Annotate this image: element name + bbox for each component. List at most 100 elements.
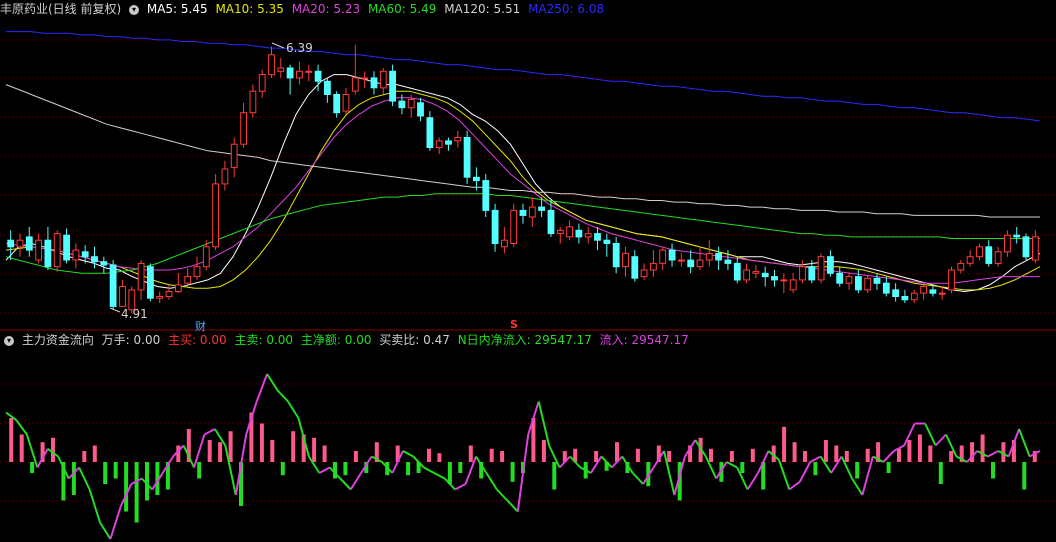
candle-body — [230, 143, 238, 168]
flow-bar — [980, 434, 985, 462]
chart-stage: 丰原药业(日线 前复权) ▾ MA5: 5.45 MA10: 5.35 MA20… — [0, 0, 1056, 542]
ma250-label: MA250: 6.08 — [528, 2, 605, 16]
chevron-down-icon[interactable]: ▾ — [129, 4, 140, 15]
flow-bar — [51, 437, 55, 462]
candle-body — [333, 94, 341, 114]
candle-body — [445, 140, 452, 145]
candle-body — [519, 209, 527, 216]
candle-body — [44, 239, 52, 268]
flow-line-segment — [788, 480, 801, 491]
candle-body — [370, 77, 378, 89]
flow-title[interactable]: 主力资金流向 — [22, 333, 94, 347]
flow-bar — [907, 440, 912, 462]
flow-bar — [865, 448, 870, 462]
candle-body — [351, 77, 359, 92]
candle-body — [1004, 234, 1011, 253]
flow-bar — [103, 462, 108, 484]
flow-bar — [489, 448, 494, 462]
flow-bar — [667, 451, 672, 462]
flow-bar — [552, 462, 557, 490]
flow-bar — [228, 431, 233, 462]
flow-bar — [406, 462, 411, 476]
candle-body — [715, 252, 723, 261]
ma-line-ma5 — [5, 74, 1041, 293]
flow-bar — [635, 448, 640, 462]
flow-bar — [709, 448, 713, 462]
flow-line-segment — [924, 423, 937, 446]
candle-body — [817, 256, 825, 281]
flow-bar — [270, 440, 275, 462]
flow-bar — [917, 434, 922, 462]
flow-line-segment — [433, 472, 446, 480]
candle-body — [873, 277, 881, 284]
candle-body — [91, 256, 98, 263]
candle-body — [948, 269, 955, 291]
candle-body — [966, 256, 974, 264]
flow-line-segment — [798, 461, 812, 483]
flow-line-segment — [255, 373, 269, 402]
flow-line-segment — [15, 419, 28, 436]
candle-body — [892, 289, 900, 297]
flow-bar — [510, 462, 515, 482]
flow-bar — [1022, 462, 1027, 490]
flow-line-segment — [203, 428, 216, 436]
candle-body — [454, 137, 462, 142]
candle-body — [314, 70, 322, 82]
candle-body — [929, 289, 937, 294]
candle-body — [296, 70, 303, 79]
flow-bar — [280, 462, 285, 476]
flow-line-segment — [339, 477, 352, 491]
flow-bar — [259, 423, 264, 462]
flow-bar — [124, 462, 129, 512]
candle-body — [35, 239, 43, 261]
low-pointer — [109, 307, 121, 313]
candle-body — [324, 80, 331, 96]
high-price-label: 6.39 — [286, 41, 313, 55]
flow-bar — [437, 453, 442, 462]
candle-body — [491, 209, 499, 244]
stock-title[interactable]: 丰原药业(日线 前复权) — [0, 2, 121, 16]
candle-body — [417, 102, 424, 117]
candle-body — [575, 229, 583, 238]
flow-bar — [30, 462, 35, 473]
candle-body — [640, 269, 648, 278]
kline-chart[interactable] — [0, 0, 1056, 542]
flow-bar — [113, 462, 118, 479]
flow-line-segment — [851, 477, 864, 496]
flow-bar — [458, 462, 463, 473]
candle-body — [109, 264, 117, 307]
candle-body — [482, 180, 490, 211]
flow-bar — [92, 445, 97, 462]
flow-bar — [468, 445, 473, 462]
candle-body — [901, 296, 909, 301]
candle-body — [268, 54, 275, 76]
candle-body — [407, 99, 415, 109]
flow-bar — [322, 445, 327, 462]
candle-body — [156, 296, 164, 299]
ma5-label: MA5: 5.45 — [146, 2, 208, 16]
flow-bar — [19, 434, 24, 462]
flow-line-segment — [1018, 428, 1031, 457]
flow-bar — [291, 431, 296, 462]
flow-line-segment — [99, 521, 112, 540]
candle-body — [594, 233, 601, 241]
chevron-down-icon[interactable]: ▾ — [4, 335, 14, 346]
candle-body — [743, 269, 751, 281]
candle-body — [827, 256, 834, 274]
candle-body — [659, 249, 667, 264]
ma20-label: MA20: 5.23 — [291, 2, 361, 16]
candle-body — [277, 67, 285, 72]
flow-bar — [823, 440, 828, 462]
candle-body — [836, 272, 844, 284]
candle-body — [119, 286, 126, 307]
candle-body — [584, 233, 592, 238]
ma120-label: MA120: 5.51 — [444, 2, 521, 16]
candle-body — [398, 100, 406, 109]
sell-signal-marker[interactable]: S — [510, 318, 518, 331]
flow-bar — [427, 448, 431, 462]
financial-report-marker[interactable]: 财 — [195, 318, 206, 334]
flow-bar — [541, 440, 546, 462]
wanshou-label: 万手: 0.00 — [101, 333, 161, 347]
candle-body — [426, 117, 434, 148]
flow-bar — [928, 445, 933, 462]
